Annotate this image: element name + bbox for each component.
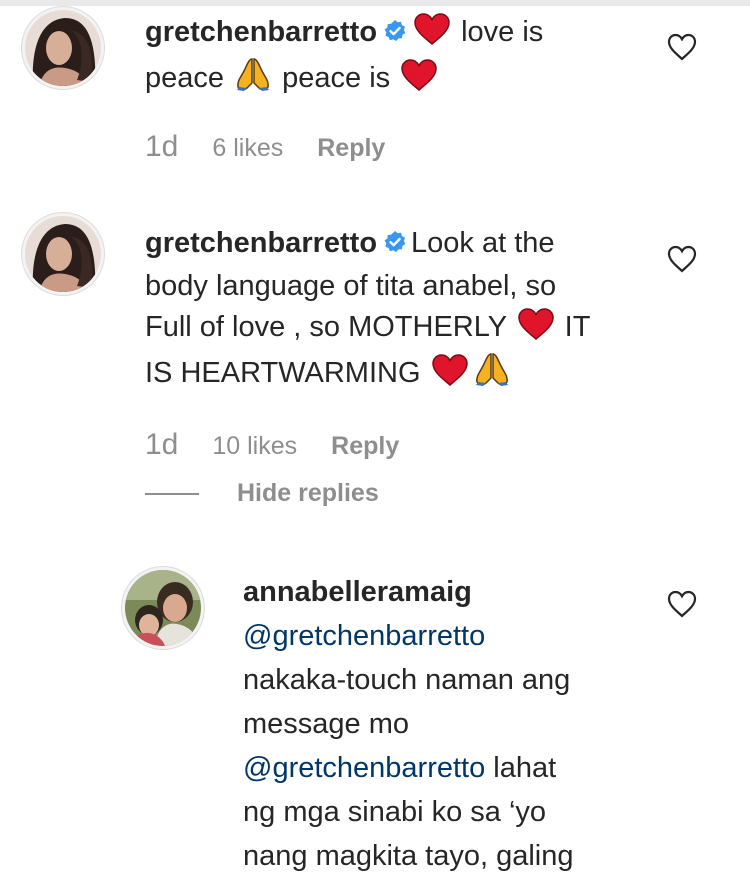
comment-text-part: Look at the xyxy=(411,227,555,259)
folded-hands-emoji xyxy=(474,352,510,398)
username[interactable]: gretchenbarretto xyxy=(145,16,377,48)
heart-outline-icon[interactable] xyxy=(667,245,697,273)
comment-text-part: peace is xyxy=(282,62,391,94)
comment-text-part: love is xyxy=(461,16,544,48)
comment-text-part: body language of tita anabel, so xyxy=(145,270,557,302)
avatar[interactable] xyxy=(125,570,201,646)
comment-meta: 1d 6 likes Reply xyxy=(145,130,385,164)
red-heart-emoji xyxy=(517,308,554,352)
reply-button[interactable]: Reply xyxy=(331,432,399,460)
red-heart-emoji xyxy=(401,59,437,103)
reply-text-line: nakaka-touch naman ang xyxy=(243,664,571,696)
reply-comment: annabelleramaig @gretchenbarretto nakaka… xyxy=(0,560,750,872)
comment-1: gretchenbarretto love is peace peace is … xyxy=(0,0,750,190)
reply-text-line: lahat xyxy=(485,752,557,784)
comment-text-part: Full of love , so MOTHERLY xyxy=(145,311,507,343)
comment-text-part: peace xyxy=(145,62,225,94)
username[interactable]: gretchenbarretto xyxy=(145,227,377,259)
folded-hands-emoji xyxy=(235,57,271,103)
comment-2: gretchenbarretto Look at the body languag… xyxy=(0,190,750,480)
comment-text-part: IT xyxy=(564,311,591,343)
hide-replies-button[interactable]: Hide replies xyxy=(145,479,379,508)
comment-text: gretchenbarretto love is peace peace is xyxy=(145,12,605,103)
timestamp[interactable]: 1d xyxy=(145,130,178,163)
verified-badge-icon xyxy=(383,14,407,55)
reply-text-line: nang magkita tayo, galing xyxy=(243,840,574,872)
comment-meta: 1d 10 likes Reply xyxy=(145,428,399,462)
comment-text-part: IS HEARTWARMING xyxy=(145,357,421,389)
mention-link[interactable]: @gretchenbarretto xyxy=(243,620,485,652)
replies-divider xyxy=(145,493,199,496)
likes-count[interactable]: 10 likes xyxy=(212,432,297,460)
hide-replies-label: Hide replies xyxy=(237,479,379,507)
heart-outline-icon[interactable] xyxy=(667,33,697,61)
heart-outline-icon[interactable] xyxy=(667,590,697,618)
avatar[interactable] xyxy=(25,10,101,86)
verified-badge-icon xyxy=(383,225,407,266)
mention-link[interactable]: @gretchenbarretto xyxy=(243,752,485,784)
red-heart-emoji xyxy=(414,13,450,57)
likes-count[interactable]: 6 likes xyxy=(212,134,283,162)
avatar[interactable] xyxy=(25,216,101,292)
username[interactable]: annabelleramaig xyxy=(243,576,472,608)
red-heart-emoji xyxy=(431,354,468,398)
comment-text: gretchenbarretto Look at the body languag… xyxy=(145,223,625,398)
reply-button[interactable]: Reply xyxy=(317,134,385,162)
timestamp[interactable]: 1d xyxy=(145,428,178,461)
reply-text-line: message mo xyxy=(243,708,410,740)
reply-text-line: ng mga sinabi ko sa ‘yo xyxy=(243,796,547,828)
reply-text: annabelleramaig @gretchenbarretto nakaka… xyxy=(243,570,643,878)
